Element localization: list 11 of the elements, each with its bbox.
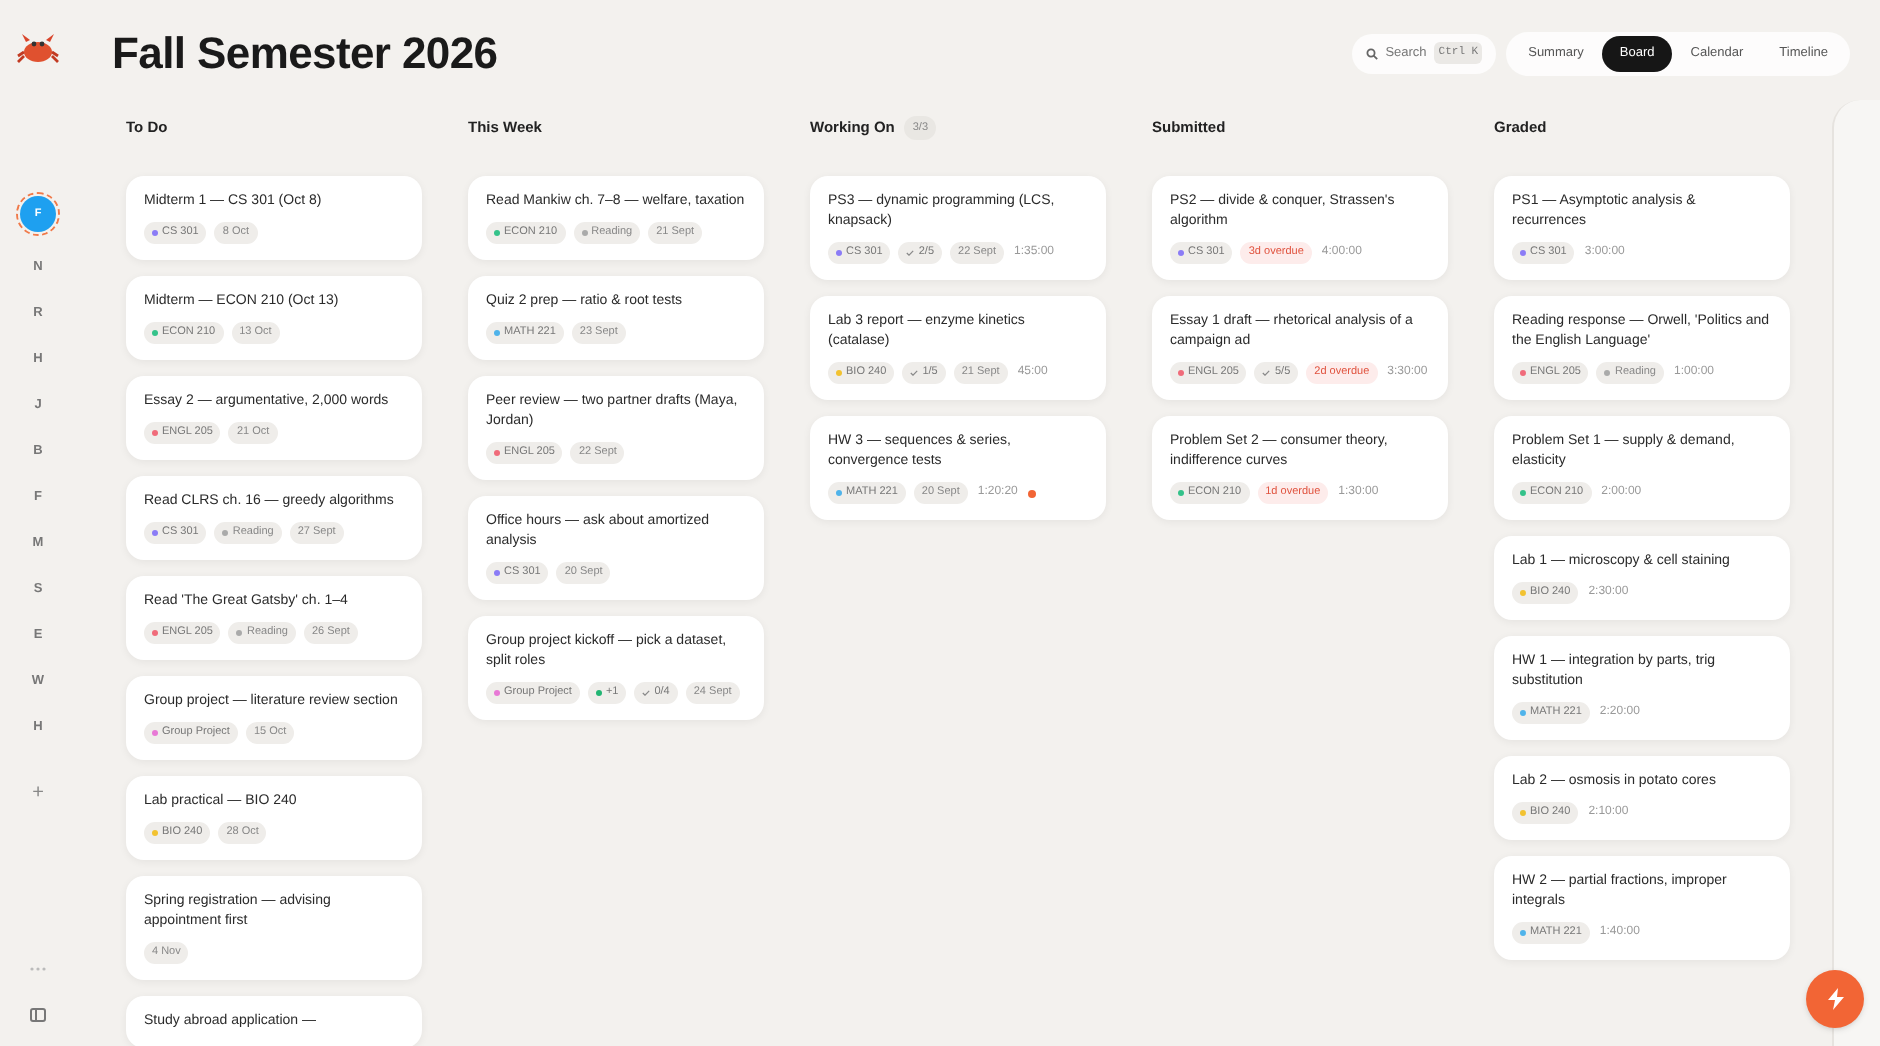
check-icon [906, 250, 915, 256]
quick-action-button[interactable] [1806, 970, 1864, 1028]
panel-icon[interactable] [30, 1008, 46, 1022]
more-icon[interactable] [30, 966, 46, 972]
check-icon [910, 370, 919, 376]
page-title: Fall Semester 2026 [112, 26, 498, 82]
crab-logo-icon [16, 28, 60, 68]
check-icon [1262, 370, 1271, 376]
lightning-icon [1827, 988, 1843, 1010]
search-icon [1365, 47, 1378, 59]
check-icon [642, 690, 651, 696]
